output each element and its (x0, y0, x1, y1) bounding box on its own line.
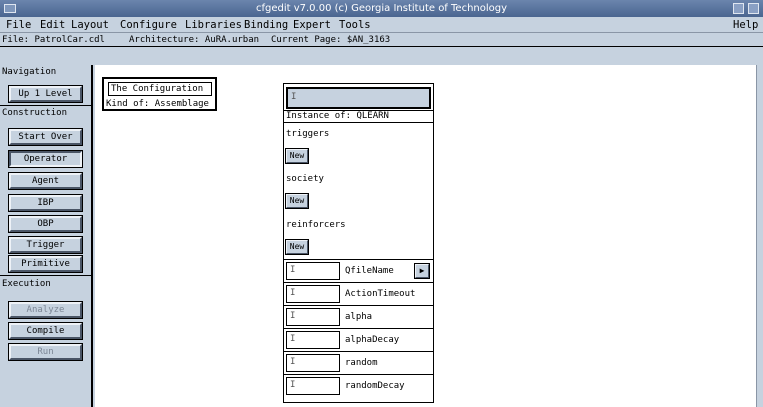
instance-name-field[interactable]: I (286, 87, 431, 109)
menu-configure[interactable]: Configure (120, 17, 177, 33)
current-page: Current Page: $AN_3163 (271, 35, 391, 45)
menu-help[interactable]: Help (733, 17, 758, 33)
randomdecay-label: randomDecay (345, 381, 405, 391)
window-title: cfgedit v7.0.00 (c) Georgia Institute of… (255, 3, 508, 14)
agent-button[interactable]: Agent (8, 172, 83, 190)
randomdecay-input[interactable]: I (286, 377, 340, 395)
minimize-icon[interactable] (733, 3, 744, 14)
execution-label: Execution (2, 279, 51, 289)
instance-panel: I Instance of: QLEARN triggers New socie… (283, 83, 434, 403)
configuration-kind: Kind of: Assemblage (106, 99, 209, 109)
operator-button[interactable]: Operator (8, 150, 83, 168)
random-input[interactable]: I (286, 354, 340, 372)
reinforcers-label: reinforcers (286, 220, 346, 230)
text-cursor: I (290, 334, 296, 344)
qfilename-label: QfileName (345, 266, 394, 276)
param-divider (284, 374, 433, 375)
sidebar-divider (0, 105, 91, 106)
sidebar-divider (0, 275, 91, 276)
triggers-new-button[interactable]: New (285, 148, 309, 164)
qfilename-input[interactable]: I (286, 262, 340, 280)
text-cursor: I (290, 265, 296, 275)
param-divider (284, 305, 433, 306)
text-cursor: I (291, 92, 297, 102)
alphadecay-label: alphaDecay (345, 335, 400, 345)
menu-file[interactable]: File (6, 17, 31, 33)
construction-label: Construction (2, 108, 68, 118)
current-architecture: Architecture: AuRA.urban (129, 35, 260, 45)
configuration-title: The Configuration (108, 82, 212, 96)
window-menu-icon[interactable] (4, 4, 16, 13)
reinforcers-new-button[interactable]: New (285, 239, 309, 255)
menu-binding[interactable]: Binding (244, 17, 288, 33)
random-label: random (345, 358, 378, 368)
analyze-button[interactable]: Analyze (8, 301, 83, 319)
text-cursor: I (290, 357, 296, 367)
compile-button[interactable]: Compile (8, 322, 83, 340)
menu-layout[interactable]: Layout (71, 17, 109, 33)
param-divider (284, 259, 433, 260)
text-cursor: I (290, 380, 296, 390)
maximize-icon[interactable] (748, 3, 759, 14)
start-over-button[interactable]: Start Over (8, 128, 83, 146)
primitive-button[interactable]: Primitive (8, 255, 83, 273)
alpha-input[interactable]: I (286, 308, 340, 326)
menu-edit[interactable]: Edit (40, 17, 65, 33)
param-divider (284, 328, 433, 329)
alpha-label: alpha (345, 312, 373, 322)
text-cursor: I (290, 311, 296, 321)
sidebar: Navigation Up 1 Level Construction Start… (0, 65, 93, 407)
window-titlebar: cfgedit v7.0.00 (c) Georgia Institute of… (0, 0, 763, 17)
alphadecay-input[interactable]: I (286, 331, 340, 349)
ibp-button[interactable]: IBP (8, 194, 83, 212)
param-divider (284, 282, 433, 283)
menu-tools[interactable]: Tools (339, 17, 371, 33)
obp-button[interactable]: OBP (8, 215, 83, 233)
menubar: File Edit Layout Configure Libraries Bin… (0, 17, 763, 33)
menu-expert[interactable]: Expert (293, 17, 331, 33)
actiontimeout-input[interactable]: I (286, 285, 340, 303)
triggers-label: triggers (286, 129, 330, 139)
up-level-button[interactable]: Up 1 Level (8, 85, 83, 103)
run-button[interactable]: Run (8, 343, 83, 361)
society-label: society (286, 174, 324, 184)
current-file: File: PatrolCar.cdl (2, 35, 105, 45)
text-cursor: I (290, 288, 296, 298)
qfilename-arrow-button[interactable]: ▶ (414, 263, 430, 279)
info-bar: File: PatrolCar.cdl Architecture: AuRA.u… (0, 33, 763, 47)
configuration-node[interactable]: The Configuration Kind of: Assemblage (102, 77, 217, 111)
trigger-button[interactable]: Trigger (8, 236, 83, 254)
param-divider (284, 351, 433, 352)
society-new-button[interactable]: New (285, 193, 309, 209)
navigation-label: Navigation (2, 67, 57, 77)
instance-of-label: Instance of: QLEARN (284, 110, 433, 123)
actiontimeout-label: ActionTimeout (345, 289, 416, 299)
menu-libraries[interactable]: Libraries (185, 17, 242, 33)
vertical-scrollbar[interactable] (756, 65, 763, 407)
